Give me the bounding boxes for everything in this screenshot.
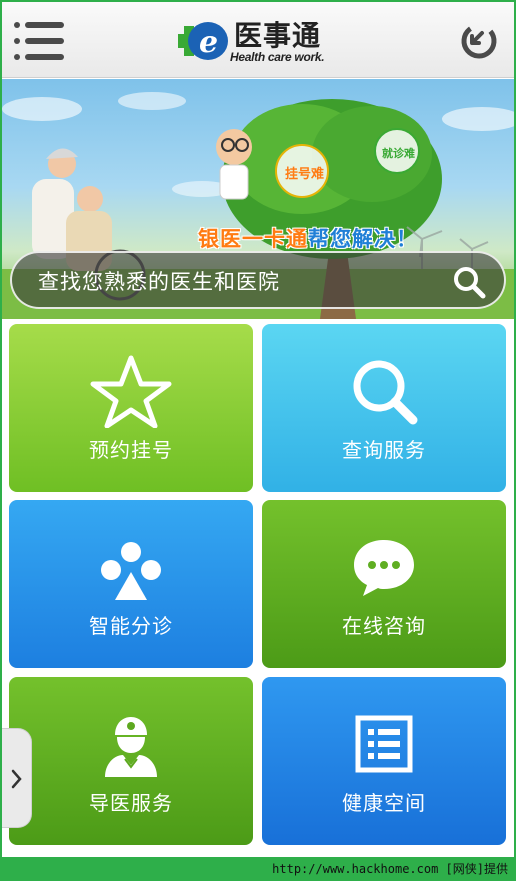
svg-text:就诊难: 就诊难 [382, 146, 415, 160]
chat-icon [354, 540, 414, 596]
tile-label: 在线咨询 [342, 614, 426, 638]
triage-icon [101, 542, 161, 600]
search-icon[interactable] [452, 265, 486, 299]
tile-label: 导医服务 [89, 791, 173, 815]
doctor-icon [105, 717, 157, 777]
tile-guide[interactable]: 导医服务 [9, 677, 253, 845]
chevron-right-icon [11, 769, 22, 789]
tile-appointment[interactable]: 预约挂号 [9, 324, 253, 492]
banner-slogan: 银医一卡通帮您解决！ [198, 223, 418, 253]
tile-label: 智能分诊 [89, 614, 173, 638]
slogan-part1: 银医一卡通 [198, 227, 308, 251]
menu-button[interactable] [14, 22, 64, 60]
slogan-part2: 帮您解决！ [308, 227, 418, 251]
svg-text:挂号难: 挂号难 [285, 166, 324, 182]
star-icon [90, 355, 172, 428]
logo-title: 医事通 [234, 19, 322, 52]
side-drawer-tab[interactable] [2, 728, 32, 828]
search-bar[interactable]: 查找您熟悉的医生和医院 [10, 251, 506, 309]
tile-consult[interactable]: 在线咨询 [262, 500, 506, 668]
list-icon [355, 715, 413, 773]
magnifier-icon [353, 360, 418, 425]
refresh-button[interactable] [460, 22, 498, 60]
app-header: e 医事通 Health care work. [2, 2, 514, 78]
logo-e-icon: e [178, 22, 228, 60]
tile-label: 健康空间 [342, 791, 426, 815]
search-input[interactable]: 查找您熟悉的医生和医院 [38, 266, 280, 296]
tile-label: 查询服务 [342, 438, 426, 462]
svg-text:e: e [199, 25, 218, 60]
tile-triage[interactable]: 智能分诊 [9, 500, 253, 668]
tile-label: 预约挂号 [89, 438, 173, 462]
watermark-text: http://www.hackhome.com [网侠]提供 [272, 862, 508, 876]
tile-query[interactable]: 查询服务 [262, 324, 506, 492]
app-logo: e 医事通 Health care work. [174, 16, 344, 68]
logo-subtitle: Health care work. [230, 50, 325, 64]
promo-banner[interactable]: 挂号难 就诊难 银医一卡通帮您解决！ 查找您熟悉的医生和医院 [2, 79, 514, 319]
refresh-icon [461, 23, 497, 59]
tile-health[interactable]: 健康空间 [262, 677, 506, 845]
app-screen: e 医事通 Health care work. 挂号难 就诊难 银医一卡通帮您解… [2, 2, 514, 857]
